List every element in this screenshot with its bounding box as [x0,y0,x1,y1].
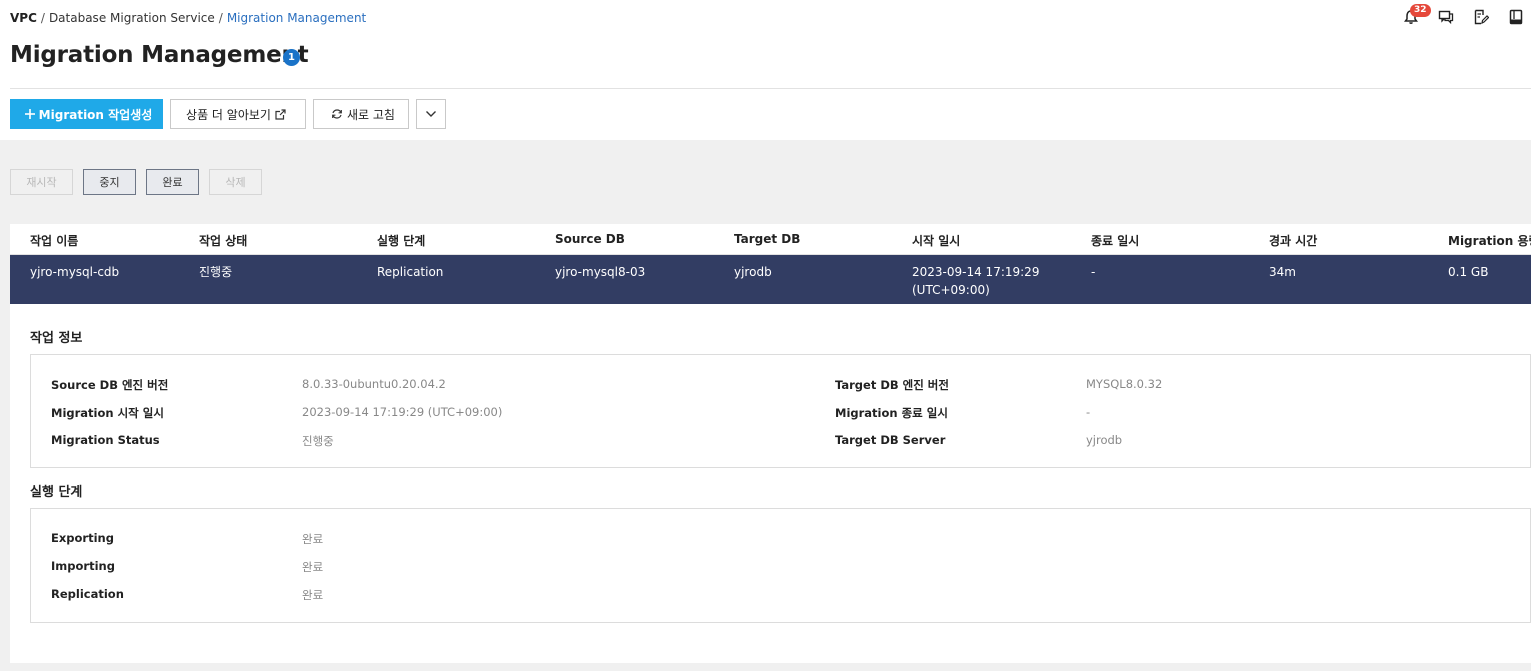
complete-button[interactable]: 완료 [146,169,199,195]
column-header-status[interactable]: 작업 상태 [199,232,247,249]
stages-title: 실행 단계 [30,485,83,500]
info-badge[interactable]: 1 [283,49,300,66]
notification-bell-icon[interactable]: 32 [1402,4,1431,26]
refresh-label: 새로 고침 [347,107,395,122]
page-title: Migration Management [10,42,309,68]
manual-book-icon[interactable] [1507,8,1525,26]
create-migration-label: Migration 작업생성 [38,107,153,122]
edit-note-icon[interactable] [1472,8,1490,26]
toolbar: Migration 작업생성 상품 더 알아보기 새로 고침 [10,99,446,129]
refresh-button[interactable]: 새로 고침 [313,99,409,129]
cell-stage: Replication [377,265,444,279]
job-info-label: Migration 종료 일시 [835,406,948,420]
job-info-value: - [1086,405,1091,419]
stage-label: Importing [51,559,115,573]
job-info-label: Source DB 엔진 버전 [51,378,169,392]
stage-label: Exporting [51,531,114,545]
job-info-value: 2023-09-14 17:19:29 (UTC+09:00) [302,405,503,419]
stage-value: 완료 [302,532,324,546]
breadcrumb: VPC / Database Migration Service / Migration… [10,11,366,25]
top-icons: 32 [1402,4,1525,26]
column-header-elapsed[interactable]: 경과 시간 [1269,232,1317,249]
job-info-label: Target DB 엔진 버전 [835,378,949,392]
cell-name: yjro-mysql-cdb [30,265,120,279]
stop-button[interactable]: 중지 [83,169,136,195]
delete-button[interactable]: 삭제 [209,169,262,195]
cell-end-date: - [1091,265,1096,279]
cell-size: 0.1 GB [1448,265,1489,279]
breadcrumb-current[interactable]: Migration Management [227,11,366,25]
column-header-target-db[interactable]: Target DB [734,232,800,246]
column-header-name[interactable]: 작업 이름 [30,232,78,249]
job-info-title: 작업 정보 [30,331,83,346]
learn-more-label: 상품 더 알아보기 [186,107,271,122]
create-migration-button[interactable]: Migration 작업생성 [10,99,163,129]
cell-status: 진행중 [199,265,233,279]
refresh-icon [332,109,342,119]
breadcrumb-vpc[interactable]: VPC [10,11,37,25]
migration-panel: 작업 이름 작업 상태 실행 단계 Source DB Target DB 시작… [10,224,1531,663]
job-info-value: 8.0.33-0ubuntu0.20.04.2 [302,377,446,391]
notification-count-badge: 32 [1410,4,1431,17]
stage-value: 완료 [302,560,324,574]
breadcrumb-separator: / [40,11,45,25]
table-row[interactable]: yjro-mysql-cdb 진행중 Replication yjro-mysq… [10,255,1531,304]
stages-box: Exporting 완료 Importing 완료 Replication 완료 [30,508,1531,623]
column-header-end-date[interactable]: 종료 일시 [1091,232,1139,249]
stage-label: Replication [51,587,124,601]
restart-button[interactable]: 재시작 [10,169,73,195]
column-header-source-db[interactable]: Source DB [555,232,625,246]
more-options-button[interactable] [416,99,446,129]
job-info-box: Source DB 엔진 버전 8.0.33-0ubuntu0.20.04.2 … [30,354,1531,468]
cell-start-date: 2023-09-14 17:19:29 [912,265,1040,279]
chat-icon[interactable] [1437,8,1455,26]
content-area: 재시작 중지 완료 삭제 작업 이름 작업 상태 실행 단계 Source DB… [0,140,1531,671]
breadcrumb-dms[interactable]: Database Migration Service [49,11,215,25]
cell-start-timezone: (UTC+09:00) [912,283,990,297]
column-header-stage[interactable]: 실행 단계 [377,232,425,249]
title-divider [10,88,1531,89]
cell-target-db: yjrodb [734,265,772,279]
job-info-label: Migration 시작 일시 [51,406,164,420]
job-info-value: MYSQL8.0.32 [1086,377,1163,391]
top-bar: VPC / Database Migration Service / Migration… [0,0,1531,40]
job-info-label: Target DB Server [835,433,946,447]
column-header-size[interactable]: Migration 용량 [1448,232,1531,249]
column-header-start-date[interactable]: 시작 일시 [912,232,960,249]
cell-elapsed: 34m [1269,265,1296,279]
breadcrumb-separator: / [218,11,223,25]
learn-more-button[interactable]: 상품 더 알아보기 [170,99,306,129]
chevron-down-icon [426,111,436,117]
external-link-icon [275,108,286,120]
stage-value: 완료 [302,588,324,602]
table-header: 작업 이름 작업 상태 실행 단계 Source DB Target DB 시작… [10,224,1531,255]
action-buttons: 재시작 중지 완료 삭제 [10,169,262,195]
job-info-value: yjrodb [1086,433,1123,447]
plus-icon [24,109,35,119]
cell-source-db: yjro-mysql8-03 [555,265,646,279]
job-info-value: 진행중 [302,434,334,448]
job-info-label: Migration Status [51,433,160,447]
